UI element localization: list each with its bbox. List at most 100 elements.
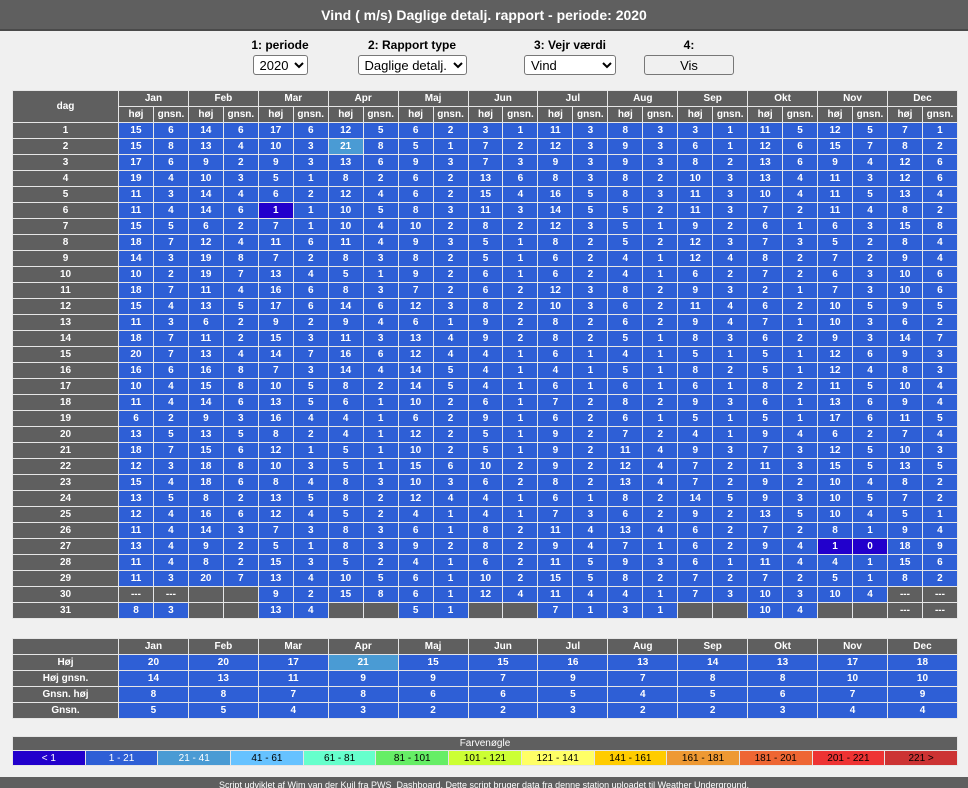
gnsn-cell: 1 (292, 538, 329, 555)
gnsn-cell: 2 (292, 314, 329, 331)
gnsn-cell: 6 (222, 394, 259, 411)
legend-item: 81 - 101 (375, 750, 450, 766)
gnsn-cell: 6 (222, 506, 259, 523)
hoj-cell: 10 (118, 378, 154, 395)
gnsn-header: gnsn. (432, 106, 469, 123)
summary-cell: 8 (327, 686, 399, 703)
hoj-cell: 13 (607, 522, 644, 539)
gnsn-cell: 2 (572, 458, 609, 475)
hoj-cell: 6 (467, 554, 504, 571)
hoj-cell: 21 (327, 138, 364, 155)
gnsn-cell: 4 (502, 186, 539, 203)
summary-cell: 17 (257, 654, 329, 671)
gnsn-cell: 4 (921, 234, 959, 251)
hoj-cell: 10 (817, 298, 854, 315)
summary-cell: 8 (747, 670, 819, 687)
legend-item: 221 > (884, 750, 958, 766)
day-label: 24 (12, 490, 119, 507)
gnsn-cell: 2 (642, 570, 679, 587)
gnsn-cell: 1 (782, 346, 819, 363)
summary-cell: 6 (397, 686, 469, 703)
hoj-cell: --- (118, 586, 154, 603)
hoj-cell: 6 (747, 330, 784, 347)
hoj-cell: 14 (537, 202, 574, 219)
gnsn-cell: 1 (502, 266, 539, 283)
hoj-cell: 6 (817, 426, 854, 443)
gnsn-cell: 5 (852, 186, 888, 203)
summary-cell: 5 (677, 686, 749, 703)
gnsn-cell: 2 (222, 330, 259, 347)
gnsn-cell: 6 (921, 266, 959, 283)
gnsn-cell: 3 (362, 250, 399, 267)
gnsn-cell: 5 (432, 362, 469, 379)
summary-row: Gnsn. 5 5 4 3 2 2 3 2 2 3 4 4 (12, 702, 959, 719)
table-row: 21 18 7 15 6 12 1 5 1 10 2 5 1 9 2 11 4 9 3 7 3 12 5 10 3 (12, 442, 959, 459)
gnsn-cell: 3 (222, 170, 259, 187)
month-header: Apr (327, 90, 399, 107)
gnsn-cell: 6 (362, 298, 399, 315)
gnsn-cell: 6 (852, 394, 888, 411)
gnsn-cell: 3 (152, 314, 189, 331)
hoj-cell: 6 (677, 538, 714, 555)
vis-button[interactable]: Vis (644, 55, 734, 75)
hoj-cell: 5 (677, 346, 714, 363)
gnsn-cell: 1 (782, 314, 819, 331)
hoj-cell: 6 (747, 298, 784, 315)
gnsn-cell: 2 (502, 458, 539, 475)
hoj-cell: 4 (467, 378, 504, 395)
hoj-cell: 6 (467, 266, 504, 283)
hoj-cell: 18 (187, 474, 224, 491)
hoj-cell: 8 (607, 570, 644, 587)
gnsn-cell: 4 (432, 330, 469, 347)
gnsn-cell: 1 (292, 170, 329, 187)
hoj-cell: 10 (817, 506, 854, 523)
gnsn-cell: 2 (502, 298, 539, 315)
hoj-cell: 11 (537, 122, 574, 139)
hoj-cell: 8 (467, 298, 504, 315)
hoj-cell: 9 (886, 346, 923, 363)
hoj-cell: 9 (747, 490, 784, 507)
hoj-cell: 13 (467, 170, 504, 187)
legend-item: 121 - 141 (520, 750, 595, 766)
hoj-cell: 6 (537, 346, 574, 363)
gnsn-cell: 6 (921, 154, 959, 171)
gnsn-cell: 2 (921, 314, 959, 331)
hoj-cell: 6 (397, 410, 434, 427)
table-row: 2 15 8 13 4 10 3 21 8 5 1 7 2 12 3 9 3 6 1 12 6 15 7 8 2 (12, 138, 959, 155)
gnsn-cell: 2 (642, 234, 679, 251)
hoj-cell: 7 (886, 426, 923, 443)
gnsn-cell: 2 (782, 474, 819, 491)
hoj-cell: 8 (118, 602, 154, 619)
gnsn-cell: 4 (222, 234, 259, 251)
hoj-cell: 4 (607, 346, 644, 363)
day-label: 17 (12, 378, 119, 395)
hoj-cell: 6 (747, 218, 784, 235)
hoj-cell: 14 (187, 186, 224, 203)
hoj-cell: 18 (187, 458, 224, 475)
gnsn-cell: 5 (921, 298, 959, 315)
gnsn-cell: 8 (222, 362, 259, 379)
hoj-cell: 9 (886, 522, 923, 539)
table-row: 16 16 6 16 8 7 3 14 4 14 5 4 1 4 1 5 1 8 2 5 1 12 4 8 3 (12, 362, 959, 379)
hoj-cell: 6 (607, 410, 644, 427)
gnsn-cell: 3 (642, 138, 679, 155)
periode-select[interactable]: 2020 (252, 55, 308, 75)
gnsn-cell: 1 (432, 314, 469, 331)
gnsn-cell: 4 (712, 314, 749, 331)
hoj-cell: 10 (886, 282, 923, 299)
gnsn-cell: 2 (222, 490, 259, 507)
hoj-cell: 6 (327, 394, 364, 411)
hoj-cell: 4 (817, 554, 854, 571)
hoj-cell: 15 (118, 138, 154, 155)
gnsn-cell: 3 (712, 170, 749, 187)
hoj-cell: 8 (537, 234, 574, 251)
vejr-value-select[interactable]: Vind (524, 55, 616, 75)
gnsn-cell: 5 (852, 458, 888, 475)
hoj-cell: 13 (257, 490, 294, 507)
gnsn-cell: 4 (292, 506, 329, 523)
hoj-cell: 9 (397, 266, 434, 283)
hoj-cell: 9 (607, 154, 644, 171)
rapport-type-select[interactable]: Daglige detalj. (357, 55, 467, 75)
gnsn-cell: 1 (572, 378, 609, 395)
monthly-summary-table: Jan Feb Mar Apr Maj Jun Jul Aug Sep Okt Nov Dec Høj… (12, 638, 959, 719)
